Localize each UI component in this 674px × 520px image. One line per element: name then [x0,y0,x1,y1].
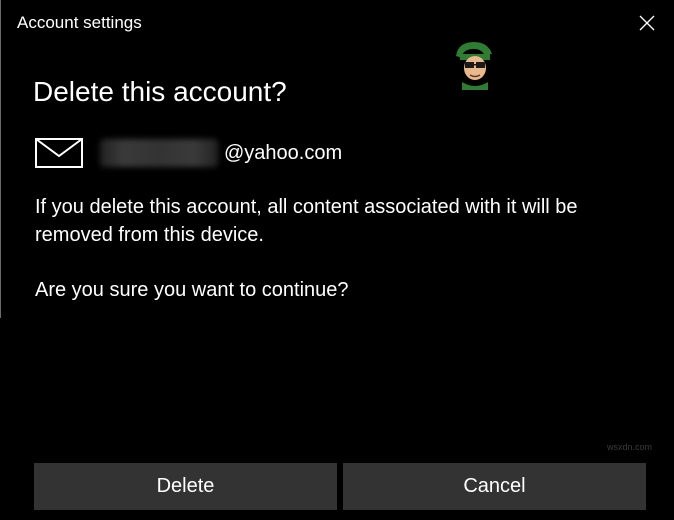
email-domain: @yahoo.com [224,141,343,164]
close-icon [639,15,655,31]
close-button[interactable] [632,8,662,38]
cancel-button[interactable]: Cancel [343,463,646,510]
delete-warning-text: If you delete this account, all content … [35,196,578,246]
confirm-question-text: Are you sure you want to continue? [35,279,349,301]
account-email: @yahoo.com [100,139,342,167]
mail-icon [35,138,83,168]
redacted-username [100,139,218,167]
dialog-heading: Delete this account? [33,76,287,107]
window-left-border [0,0,1,318]
watermark: wsxdn.com [606,442,652,452]
delete-button[interactable]: Delete [34,463,337,510]
appuals-logo-icon [456,42,492,90]
account-row: @yahoo.com [35,136,342,170]
window-title: Account settings [17,13,142,32]
